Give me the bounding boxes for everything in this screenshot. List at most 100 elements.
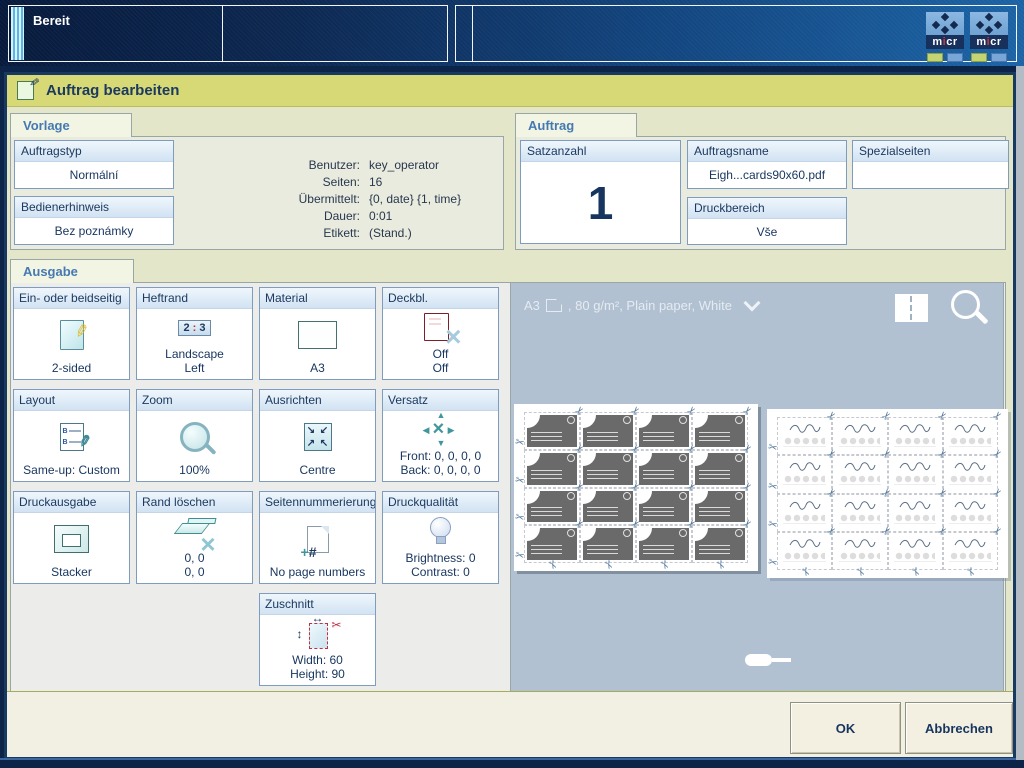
dialog-footer: OK Abbrechen [7,691,1013,757]
tile-value: Width: 60Height: 90 [290,653,345,685]
tile-seitennummerierung[interactable]: Seitennummerierung+#No page numbers [259,491,376,584]
tile-heftrand[interactable]: Heftrand2:3LandscapeLeft [136,287,253,380]
card-dot-row [784,552,824,560]
preview-zoom-icon[interactable] [951,290,980,319]
tile-spezialseiten[interactable]: Spezialseiten [852,140,1009,189]
tile-zoom[interactable]: Zoom100% [136,389,253,482]
tile-auftragsname[interactable]: Auftragsname Eigh...cards90x60.pdf [687,140,847,189]
binding-edge-icon: 2:3 [137,309,252,347]
brand-logos: micrmicr [926,12,1008,62]
tile-ausrichten[interactable]: Ausrichten↘↙↗↖Centre [259,389,376,482]
tile-bedienerhinweis[interactable]: BedienerhinweisBez poznámky [14,196,174,245]
tile-material[interactable]: MaterialA3 [259,287,376,380]
preview-back-page: ✂✂✂✂✂✂✂✂✂✂✂✂✂✂✂✂✂✂✂✂✂✂✂✂ [767,409,1008,578]
tile-body: Brightness: 0Contrast: 0 [383,513,498,583]
card-logo-mark [567,416,575,424]
tile-value: A3 [310,361,325,379]
tile-label: Druckqualität [383,492,498,513]
card-text-lines [587,507,618,519]
tile-druckausgabe[interactable]: DruckausgabeStacker [13,491,130,584]
tile-label: Versatz [383,390,498,411]
card-logo-mark [679,454,687,462]
scissors-icon: ✂ [514,437,526,450]
bulb-icon [383,513,498,551]
scissors-icon: ✂ [741,518,755,532]
card-dot-row [950,475,990,483]
tile-value: Same-up: Custom [23,463,120,481]
card-rule [949,446,991,447]
info-value: key_operator [369,157,439,174]
tile-versatz[interactable]: Versatz▲◀×▶▼Front: 0, 0, 0, 0Back: 0, 0,… [382,389,499,482]
preview-card: ✂✂ [583,528,633,560]
tile-auftragstyp[interactable]: AuftragstypNormální [14,140,174,189]
tab-ausgabe-label: Ausgabe [23,264,78,279]
cancel-button[interactable]: Abbrechen [905,702,1013,754]
card-text-lines [699,507,730,519]
preview-card: ✂ [583,491,633,523]
tab-auftrag: Auftrag [515,113,637,137]
tile-label: Bedienerhinweis [15,197,173,218]
tile-ein-oder-beidseitig[interactable]: Ein- oder beidseitig✎2-sided [13,287,130,380]
tile-label: Satzanzahl [521,141,680,162]
preview-card: ✂ [835,497,884,529]
scissors-icon: ✂ [797,566,811,579]
card-rule [949,523,991,524]
card-rule [783,561,825,562]
card-dot-row [895,552,935,560]
scissors-icon: ✂ [767,480,779,493]
pan-handle-icon[interactable] [745,653,791,668]
preview-card: ✂ [946,458,995,490]
preview-card: ✂ [695,415,745,447]
tile-label: Rand löschen [137,492,252,513]
tile-value: Eigh...cards90x60.pdf [688,162,846,188]
eraser-icon: × [137,513,252,551]
card-text-lines [643,470,674,482]
preview-card: ✂✂ [780,458,829,490]
preview-card: ✂ [695,491,745,523]
info-label: Seiten: [232,174,369,191]
tile-value: Bez poznámky [15,218,173,244]
tile-druckbereich[interactable]: Druckbereich Vše [687,197,847,245]
card-dot-row [840,475,880,483]
dialog-titlebar: ✎ Auftrag bearbeiten [7,75,1013,107]
card-rule [783,446,825,447]
ok-button[interactable]: OK [790,702,901,754]
tile-rand-loeschen[interactable]: Rand löschen×0, 00, 0 [136,491,253,584]
trim-scissors-icon: ↔↕✂ [260,615,375,653]
tile-value: LandscapeLeft [165,347,224,379]
tile-zuschnitt[interactable]: Zuschnitt↔↕✂Width: 60Height: 90 [259,593,376,686]
micr-logo-label: micr [970,35,1008,49]
stripes-decoration [11,7,24,60]
layout-doc-icon: BB✎ [14,411,129,463]
tile-value: Normální [15,162,173,188]
preview-card: ✂ [946,497,995,529]
card-text-lines [531,507,562,519]
scissors-icon: ✂ [991,409,1005,423]
info-row-etikett: Etikett:(Stand.) [232,225,500,242]
tile-value: Front: 0, 0, 0, 0Back: 0, 0, 0, 0 [400,449,481,481]
info-row-dauer: Dauer:0:01 [232,208,500,225]
scissors-icon: ✂ [853,566,867,579]
shift-arrows-icon: ▲◀×▶▼ [383,411,498,449]
info-value: 16 [369,174,382,191]
tile-value: No page numbers [270,565,365,583]
right-strip [1016,66,1024,760]
tile-deckblatt[interactable]: Deckbl.×OffOff [382,287,499,380]
info-value: {0, date} {1, time} [369,191,461,208]
preview-card: ✂✂ [891,535,940,567]
media-selector[interactable]: A3 , 80 g/m², Plain paper, White [524,298,758,313]
info-label: Etikett: [232,225,369,242]
tab-vorlage: Vorlage [10,113,132,137]
scissors-icon: ✂ [514,550,526,563]
tile-label: Zoom [137,390,252,411]
scissors-icon: ✂ [741,480,755,494]
tile-layout[interactable]: LayoutBB✎Same-up: Custom [13,389,130,482]
scissors-icon: ✂ [991,524,1005,538]
micr-logo: micr [970,12,1008,62]
card-rule [894,446,936,447]
status-bar-blue [991,53,1007,62]
tile-satzanzahl[interactable]: Satzanzahl 1 [520,140,681,244]
tile-label: Ein- oder beidseitig [14,288,129,309]
spread-view-icon[interactable] [895,294,928,322]
tile-druckqualitaet[interactable]: DruckqualitätBrightness: 0Contrast: 0 [382,491,499,584]
